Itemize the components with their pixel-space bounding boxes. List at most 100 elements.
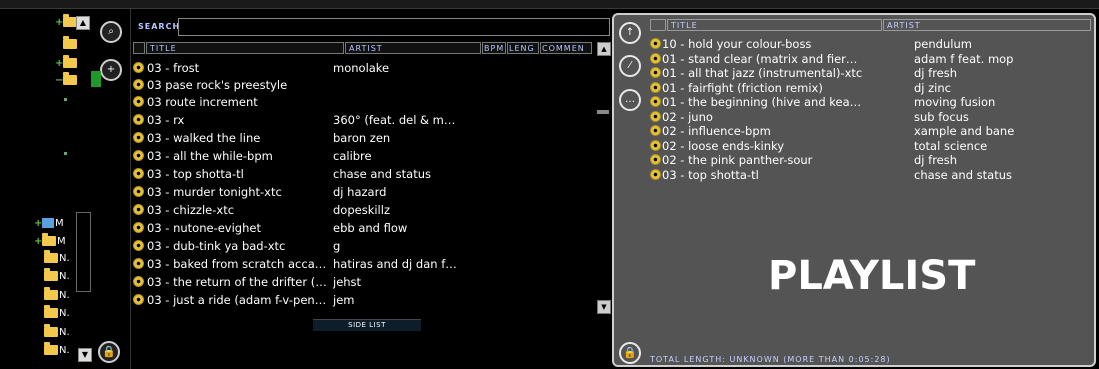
- folder-icon: [63, 55, 77, 68]
- wand-icon[interactable]: ⁄: [619, 55, 641, 77]
- cd-icon: [133, 62, 144, 73]
- cd-icon: [650, 38, 661, 49]
- column-artist[interactable]: ARTIST: [883, 19, 1091, 31]
- table-row[interactable]: 01 - stand clear (matrix and fier… adam f…: [644, 52, 1099, 67]
- tree-scroll-up-button[interactable]: ▲: [76, 16, 90, 30]
- cd-icon: [133, 79, 144, 90]
- tree-line: [64, 98, 67, 101]
- cd-icon: [133, 222, 144, 233]
- cd-icon: [133, 132, 144, 143]
- folder-icon: [42, 233, 56, 246]
- cd-icon: [133, 168, 144, 179]
- tree-node[interactable]: [63, 36, 77, 51]
- table-row[interactable]: 03 - baked from scratch acca… hatiras and…: [131, 256, 601, 273]
- scroll-up-button[interactable]: ▲: [597, 42, 611, 56]
- top-strip: [0, 0, 1099, 9]
- tree-line: [64, 152, 67, 155]
- playlist-panel: ↑ ⁄ … 🔒 TITLE ARTIST 10 - hold your colo…: [612, 13, 1096, 367]
- search-input[interactable]: [178, 18, 610, 36]
- folder-open-icon: [63, 72, 77, 85]
- table-row[interactable]: 03 - murder tonight-xtc dj hazard: [131, 184, 601, 201]
- more-icon[interactable]: …: [619, 89, 641, 111]
- table-row[interactable]: 03 pase rock's preestyle: [131, 77, 601, 94]
- cd-icon: [650, 96, 661, 107]
- tree-item[interactable]: N.: [44, 305, 70, 320]
- table-row[interactable]: 01 - all that jazz (instrumental)-xtc dj …: [644, 66, 1099, 81]
- tree-scrollbar[interactable]: [76, 212, 91, 292]
- cd-icon: [650, 125, 661, 136]
- computer-icon: [42, 218, 54, 228]
- cd-icon: [133, 186, 144, 197]
- cd-icon: [650, 81, 661, 93]
- folder-icon: [44, 268, 58, 281]
- table-row[interactable]: 03 - top shotta-tl chase and status: [644, 168, 1099, 183]
- table-row[interactable]: 03 - dub-tink ya bad-xtc g: [131, 238, 601, 255]
- column-title[interactable]: TITLE: [667, 19, 882, 31]
- tree-item[interactable]: N.: [44, 342, 70, 357]
- column-artist[interactable]: ARTIST: [345, 42, 481, 54]
- tree-item[interactable]: N.: [44, 287, 70, 302]
- table-row[interactable]: 03 - nutone-evighet ebb and flow: [131, 220, 601, 237]
- lock-icon[interactable]: 🔒: [619, 342, 641, 364]
- table-row[interactable]: 03 - all the while-bpm calibre: [131, 148, 601, 165]
- table-row[interactable]: 02 - influence-bpm xample and bane: [644, 124, 1099, 139]
- cd-icon: [650, 154, 661, 165]
- column-bpm[interactable]: BPM: [482, 42, 506, 54]
- level-indicator: [91, 71, 101, 87]
- cd-icon: [133, 276, 144, 287]
- table-row[interactable]: 03 - walked the line baron zen: [131, 130, 601, 147]
- tree-item[interactable]: N.: [44, 250, 70, 265]
- cd-icon: [133, 240, 144, 251]
- cd-icon: [650, 52, 661, 64]
- tree-node[interactable]: +: [55, 55, 77, 70]
- tree-node[interactable]: −: [55, 72, 77, 87]
- table-row[interactable]: 03 - top shotta-tl chase and status: [131, 166, 601, 183]
- cd-icon: [650, 139, 661, 151]
- tree-scroll-down-button[interactable]: ▼: [78, 348, 92, 362]
- cd-icon: [133, 150, 144, 161]
- table-row[interactable]: 03 - frost monolake: [131, 60, 601, 77]
- table-row[interactable]: 03 route increment: [131, 94, 601, 111]
- table-row[interactable]: 02 - loose ends-kinky total science: [644, 139, 1099, 154]
- table-row[interactable]: 03 - the return of the drifter (… jehst: [131, 274, 601, 291]
- cd-icon: [133, 294, 144, 305]
- tree-item-drive[interactable]: + M: [34, 233, 66, 248]
- total-length-status: TOTAL LENGTH: UNKNOWN (MORE THAN 0:05:28…: [650, 355, 891, 364]
- side-list-button[interactable]: SIDE LIST: [313, 319, 421, 331]
- cd-icon: [650, 110, 661, 122]
- folder-icon: [44, 324, 58, 337]
- library-panel: SEARCH: TITLE ARTIST BPM LENG COMMEN ▲ ▼…: [130, 9, 612, 369]
- folder-icon: [44, 342, 58, 355]
- tree-item-computer[interactable]: + M: [34, 216, 64, 230]
- tree-item[interactable]: N.: [44, 268, 70, 283]
- arrow-up-icon[interactable]: ↑: [619, 22, 641, 44]
- tree-node[interactable]: +: [55, 14, 77, 29]
- table-row[interactable]: 03 - just a ride (adam f-v-pen… jem: [131, 292, 601, 309]
- column-length[interactable]: LENG: [507, 42, 539, 54]
- table-row[interactable]: 02 - the pink panther-sour dj fresh: [644, 153, 1099, 168]
- folder-tree: + ▲ ⌕ + + − + M + M N. N. N. N. N. N. ▼ 🔒: [0, 9, 130, 369]
- cd-icon: [133, 204, 144, 215]
- column-comment[interactable]: COMMEN: [540, 42, 592, 54]
- tree-item[interactable]: N.: [44, 324, 70, 339]
- lock-icon[interactable]: 🔒: [98, 341, 120, 363]
- cd-icon: [133, 258, 144, 269]
- browse-icon[interactable]: ⌕: [100, 21, 122, 43]
- column-title[interactable]: TITLE: [146, 42, 344, 54]
- table-row[interactable]: 01 - the beginning (hive and kea… moving …: [644, 95, 1099, 110]
- cd-icon: [133, 96, 144, 107]
- cd-icon: [650, 168, 661, 180]
- folder-icon: [44, 250, 58, 263]
- add-icon[interactable]: +: [100, 59, 122, 81]
- table-row[interactable]: 01 - fairfight (friction remix) dj zinc: [644, 81, 1099, 96]
- select-column[interactable]: [133, 42, 145, 54]
- cd-icon: [133, 114, 144, 125]
- select-column[interactable]: [650, 19, 666, 31]
- table-row[interactable]: 02 - juno sub focus: [644, 110, 1099, 125]
- table-row[interactable]: 03 - chizzle-xtc dopeskillz: [131, 202, 601, 219]
- folder-icon: [44, 305, 58, 318]
- playlist-watermark: PLAYLIST: [768, 253, 976, 299]
- folder-icon: [44, 287, 58, 300]
- table-row[interactable]: 10 - hold your colour-boss pendulum: [644, 37, 1099, 52]
- table-row[interactable]: 03 - rx 360° (feat. del & m…: [131, 112, 601, 129]
